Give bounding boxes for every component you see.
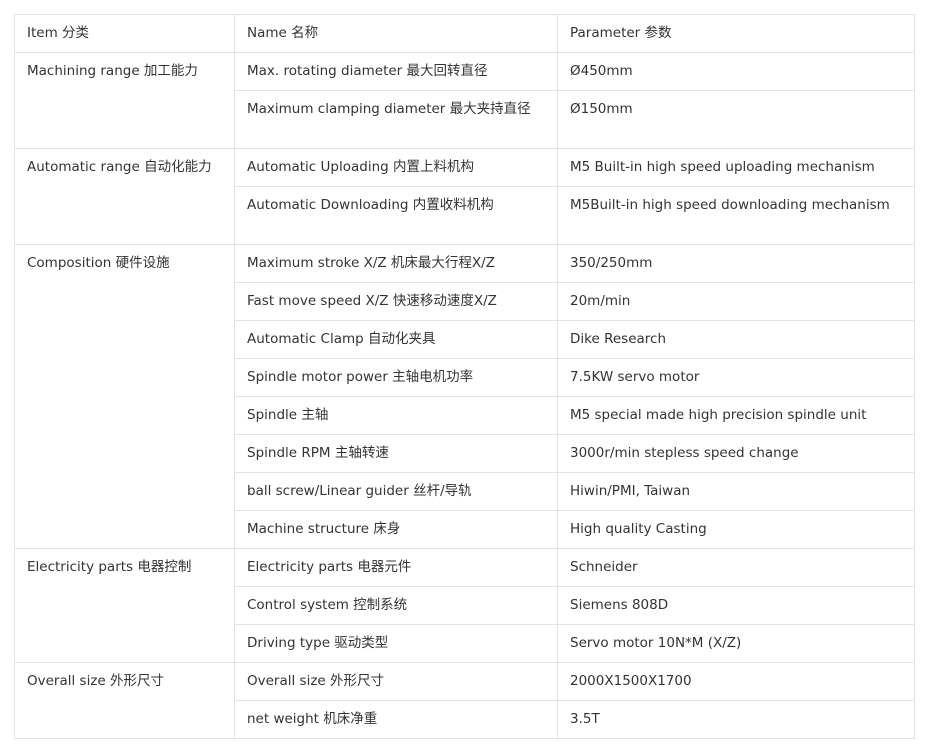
name-cell: Maximum stroke X/Z 机床最大行程X/Z	[234, 244, 558, 283]
name-cell: Max. rotating diameter 最大回转直径	[234, 52, 558, 91]
name-cell: ball screw/Linear guider 丝杆/导轨	[234, 472, 558, 511]
header-name: Name 名称	[234, 14, 558, 53]
value-cell: High quality Casting	[557, 510, 915, 549]
table-row: Automatic range 自动化能力 Automatic Uploadin…	[14, 148, 915, 245]
value-cell: Dike Research	[557, 320, 915, 359]
name-cell: Overall size 外形尺寸	[234, 662, 558, 701]
value-cell: 3000r/min stepless speed change	[557, 434, 915, 473]
name-cell: Spindle 主轴	[234, 396, 558, 435]
name-cell: Machine structure 床身	[234, 510, 558, 549]
value-cell: 20m/min	[557, 282, 915, 321]
table-row: Composition 硬件设施 Maximum stroke X/Z 机床最大…	[14, 244, 915, 549]
name-cell: net weight 机床净重	[234, 700, 558, 739]
value-cell: Hiwin/PMI, Taiwan	[557, 472, 915, 511]
value-cell: M5 special made high precision spindle u…	[557, 396, 915, 435]
value-cell: 3.5T	[557, 700, 915, 739]
table-row: Electricity parts 电器控制 Electricity parts…	[14, 548, 915, 663]
category-cell: Machining range 加工能力	[14, 52, 235, 149]
name-cell: Control system 控制系统	[234, 586, 558, 625]
category-cell: Electricity parts 电器控制	[14, 548, 235, 663]
name-cell: Spindle motor power 主轴电机功率	[234, 358, 558, 397]
name-cell: Automatic Uploading 内置上料机构	[234, 148, 558, 187]
value-cell: Servo motor 10N*M (X/Z)	[557, 624, 915, 663]
name-cell: Automatic Downloading 内置收料机构	[234, 186, 558, 245]
spec-table: Item 分类 Name 名称 Parameter 参数 Machining r…	[14, 14, 915, 739]
value-cell: M5 Built-in high speed uploading mechani…	[557, 148, 915, 187]
name-cell: Automatic Clamp 自动化夹具	[234, 320, 558, 359]
table-row: Machining range 加工能力 Max. rotating diame…	[14, 52, 915, 149]
value-cell: Ø450mm	[557, 52, 915, 91]
category-cell: Composition 硬件设施	[14, 244, 235, 549]
category-cell: Overall size 外形尺寸	[14, 662, 235, 739]
value-cell: M5Built-in high speed downloading mechan…	[557, 186, 915, 245]
name-cell: Spindle RPM 主轴转速	[234, 434, 558, 473]
value-cell: Siemens 808D	[557, 586, 915, 625]
value-cell: Schneider	[557, 548, 915, 587]
name-cell: Fast move speed X/Z 快速移动速度X/Z	[234, 282, 558, 321]
value-cell: 2000X1500X1700	[557, 662, 915, 701]
name-cell: Driving type 驱动类型	[234, 624, 558, 663]
value-cell: 350/250mm	[557, 244, 915, 283]
name-cell: Electricity parts 电器元件	[234, 548, 558, 587]
header-parameter: Parameter 参数	[557, 14, 915, 53]
header-item: Item 分类	[14, 14, 235, 53]
category-cell: Automatic range 自动化能力	[14, 148, 235, 245]
value-cell: Ø150mm	[557, 90, 915, 149]
name-cell: Maximum clamping diameter 最大夹持直径	[234, 90, 558, 149]
table-row: Overall size 外形尺寸 Overall size 外形尺寸 2000…	[14, 662, 915, 739]
value-cell: 7.5KW servo motor	[557, 358, 915, 397]
table-header-row: Item 分类 Name 名称 Parameter 参数	[14, 14, 915, 53]
